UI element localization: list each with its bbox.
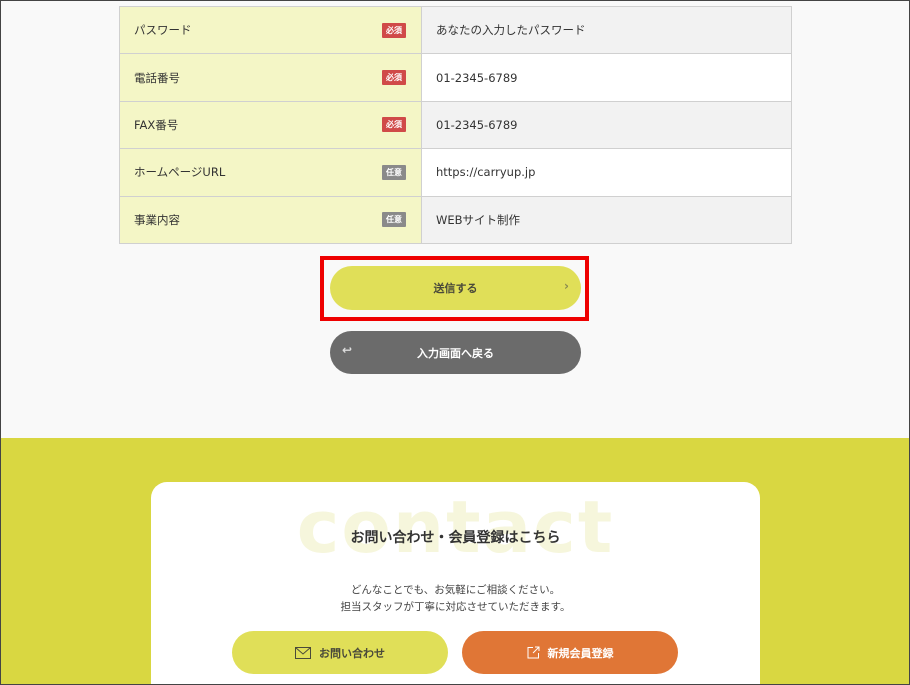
return-arrow-icon: ↩ xyxy=(342,343,353,357)
inquiry-button[interactable]: お問い合わせ xyxy=(232,631,448,674)
required-badge: 必須 xyxy=(382,22,406,38)
row-label: ホームページURL xyxy=(134,165,226,180)
back-button-label: 入力画面へ戻る xyxy=(417,346,494,360)
required-badge: 必須 xyxy=(382,70,406,86)
row-value: 01-2345-6789 xyxy=(422,54,791,101)
contact-title: お問い合わせ・会員登録はこちら xyxy=(350,530,561,546)
table-row: 事業内容 任意 WEBサイト制作 xyxy=(119,196,792,244)
row-value: https://carryup.jp xyxy=(422,149,791,196)
new-member-register-button[interactable]: 新規会員登録 xyxy=(462,631,678,674)
row-label-cell: 電話番号 必須 xyxy=(120,54,422,101)
register-button-label: 新規会員登録 xyxy=(547,646,614,660)
chevron-right-icon: › xyxy=(564,279,569,293)
row-value: 01-2345-6789 xyxy=(422,101,791,149)
contact-description: どんなことでも、お気軽にご相談ください。 担当スタッフが丁寧に対応させていただき… xyxy=(151,582,760,616)
inquiry-button-label: お問い合わせ xyxy=(319,646,385,660)
contact-line-1: どんなことでも、お気軽にご相談ください。 xyxy=(350,584,561,596)
row-label-cell: FAX番号 必須 xyxy=(120,101,422,149)
required-badge: 必須 xyxy=(382,117,406,133)
envelope-icon xyxy=(295,646,311,659)
row-label-cell: 事業内容 任意 xyxy=(120,196,422,243)
contact-line-2: 担当スタッフが丁寧に対応させていただきます。 xyxy=(340,601,571,613)
table-row: ホームページURL 任意 https://carryup.jp xyxy=(119,149,792,197)
submit-button[interactable]: 送信する › xyxy=(330,266,581,310)
row-label: FAX番号 xyxy=(134,117,179,132)
table-row: 電話番号 必須 01-2345-6789 xyxy=(119,54,792,102)
external-edit-icon xyxy=(527,646,539,659)
row-label-cell: パスワード 必須 xyxy=(120,7,422,54)
optional-badge: 任意 xyxy=(382,164,406,180)
row-label: 事業内容 xyxy=(134,212,180,227)
row-value: あなたの入力したパスワード xyxy=(422,7,791,54)
confirmation-table: パスワード 必須 あなたの入力したパスワード 電話番号 必須 01-2345-6… xyxy=(119,6,792,244)
row-label-cell: ホームページURL 任意 xyxy=(120,149,422,196)
contact-card: contact お問い合わせ・会員登録はこちら どんなことでも、お気軽にご相談く… xyxy=(151,482,760,685)
row-label: パスワード xyxy=(134,23,192,38)
table-row: FAX番号 必須 01-2345-6789 xyxy=(119,101,792,150)
back-to-input-button[interactable]: ↩ 入力画面へ戻る xyxy=(330,331,581,374)
submit-button-label: 送信する xyxy=(433,282,478,295)
row-value: WEBサイト制作 xyxy=(422,196,791,243)
contact-section: contact お問い合わせ・会員登録はこちら どんなことでも、お気軽にご相談く… xyxy=(0,438,910,685)
optional-badge: 任意 xyxy=(382,212,406,228)
row-label: 電話番号 xyxy=(134,70,180,85)
table-row: パスワード 必須 あなたの入力したパスワード xyxy=(119,7,792,55)
